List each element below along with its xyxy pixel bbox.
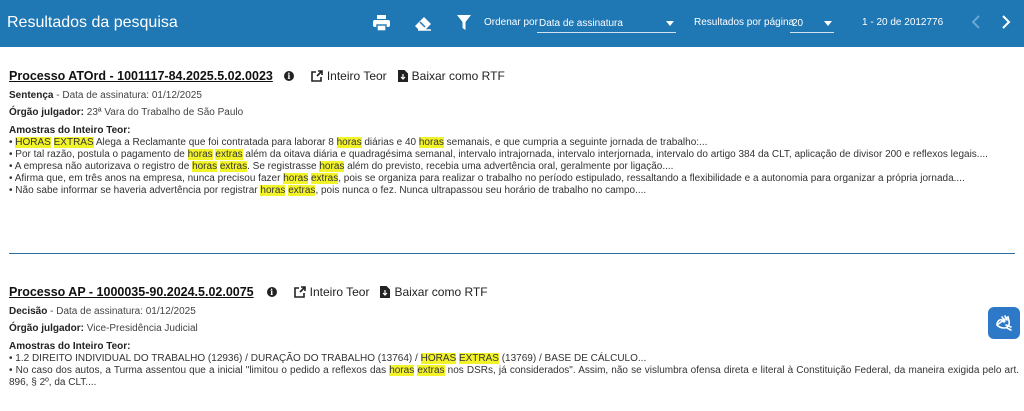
- highlighted-term: HORAS: [15, 137, 51, 148]
- per-page-select[interactable]: 20: [790, 14, 834, 33]
- snippet-text: semanais, e que cumpria a seguinte jorna…: [443, 137, 708, 148]
- info-icon[interactable]: i: [266, 287, 277, 297]
- snippet-text: , pois nunca o fez. Nunca ultrapassou se…: [315, 185, 647, 196]
- download-rtf-label: Baixar como RTF: [411, 69, 505, 83]
- highlighted-term: horas: [336, 137, 362, 148]
- highlighted-term: extras: [288, 185, 316, 196]
- full-text-label: Inteiro Teor: [309, 285, 370, 299]
- snippet-text: • A empresa não autorizava o registro de: [9, 161, 193, 172]
- snippet-text: . Se registrasse: [247, 161, 320, 172]
- file-download-icon: [397, 70, 408, 82]
- per-page-label: Resultados por página: [694, 17, 795, 28]
- snippet-line: • Por tal razão, postula o pagamento de …: [9, 149, 1019, 161]
- court-label: Órgão julgador:: [9, 107, 84, 118]
- next-page-button[interactable]: [998, 14, 1014, 32]
- snippet-list: • HORAS EXTRAS Alega a Reclamante que fo…: [9, 137, 1019, 197]
- external-link-icon: [293, 286, 306, 298]
- snippet-text: • No caso dos autos, a Turma assentou qu…: [9, 365, 390, 376]
- snippet-text: diárias e 40: [361, 137, 419, 148]
- samples-title: Amostras do Inteiro Teor:: [9, 341, 131, 352]
- chevron-left-icon: [971, 15, 980, 29]
- snippet-line: • A empresa não autorizava o registro de…: [9, 161, 1019, 173]
- highlighted-term: extras: [311, 173, 339, 184]
- highlighted-term: EXTRAS: [53, 137, 94, 148]
- highlighted-term: horas: [260, 185, 286, 196]
- snippet-line: • No caso dos autos, a Turma assentou qu…: [9, 365, 1019, 389]
- highlighted-term: extras: [417, 365, 445, 376]
- highlighted-term: horas: [192, 161, 218, 172]
- court-label: Órgão julgador:: [9, 323, 84, 334]
- result-title-link[interactable]: Processo ATOrd - 1001117-84.2025.5.02.00…: [9, 69, 273, 83]
- eraser-icon[interactable]: [414, 14, 432, 32]
- result-court-line: Órgão julgador: 23ª Vara do Trabalho de …: [9, 106, 1019, 119]
- full-text-link[interactable]: Inteiro Teor: [293, 285, 370, 299]
- highlighted-term: horas: [283, 173, 309, 184]
- snippet-text: Alega a Reclamante que foi contratada pa…: [93, 137, 337, 148]
- result-item: Processo ATOrd - 1001117-84.2025.5.02.00…: [9, 67, 1019, 197]
- snippet-text: além da oitava diária e quadragésima sem…: [242, 149, 988, 160]
- file-download-icon: [380, 286, 391, 298]
- snippet-text: além do previsto, recebia uma advertênci…: [344, 161, 674, 172]
- results-divider: [9, 253, 1015, 254]
- snippet-text: • Afirma que, em três anos na empresa, n…: [9, 173, 284, 184]
- highlighted-term: horas: [187, 149, 213, 160]
- download-rtf-link[interactable]: Baixar como RTF: [380, 285, 488, 299]
- info-icon[interactable]: i: [283, 71, 294, 81]
- sign-language-hands-icon: [995, 315, 1012, 331]
- chevron-right-icon: [1002, 15, 1011, 29]
- external-link-icon: [311, 70, 323, 82]
- signature-date: - Data de assinatura: 01/12/2025: [56, 90, 202, 101]
- accessibility-button[interactable]: [988, 307, 1020, 339]
- download-rtf-label: Baixar como RTF: [394, 285, 488, 299]
- sort-label: Ordenar por: [484, 17, 538, 28]
- filter-icon[interactable]: [455, 14, 473, 32]
- snippet-text: • 1.2 DIREITO INDIVIDUAL DO TRABALHO (12…: [9, 353, 421, 364]
- print-icon[interactable]: [372, 14, 390, 32]
- chevron-down-icon: [666, 20, 674, 26]
- snippet-text: , pois se organiza para realizar o traba…: [338, 173, 965, 184]
- results-range: 1 - 20 de 2012776: [862, 17, 944, 28]
- signature-date: - Data de assinatura: 01/12/2025: [50, 306, 196, 317]
- snippet-line: • Não sabe informar se haveria advertênc…: [9, 185, 1019, 197]
- result-item: Processo AP - 1000035-90.2024.5.02.0075 …: [9, 283, 1019, 389]
- snippet-line: • HORAS EXTRAS Alega a Reclamante que fo…: [9, 137, 1019, 149]
- highlighted-term: EXTRAS: [458, 353, 499, 364]
- sort-select[interactable]: Data de assinatura: [537, 14, 676, 33]
- page-title: Resultados da pesquisa: [7, 14, 178, 31]
- full-text-label: Inteiro Teor: [326, 69, 387, 83]
- result-court-line: Órgão julgador: Vice-Presidência Judicia…: [9, 322, 1019, 335]
- court-value: 23ª Vara do Trabalho de São Paulo: [86, 107, 244, 118]
- highlighted-term: extras: [215, 149, 243, 160]
- document-type: Decisão: [9, 306, 48, 317]
- result-date-line: Sentença - Data de assinatura: 01/12/202…: [9, 89, 1019, 102]
- court-value: Vice-Presidência Judicial: [86, 323, 198, 334]
- highlighted-term: extras: [219, 161, 248, 172]
- samples-title: Amostras do Inteiro Teor:: [9, 125, 131, 136]
- snippet-line: • Afirma que, em três anos na empresa, n…: [9, 173, 1019, 185]
- document-type: Sentença: [9, 90, 54, 101]
- snippet-list: • 1.2 DIREITO INDIVIDUAL DO TRABALHO (12…: [9, 353, 1019, 389]
- snippet-line: • 1.2 DIREITO INDIVIDUAL DO TRABALHO (12…: [9, 353, 1019, 365]
- result-header: Processo ATOrd - 1001117-84.2025.5.02.00…: [9, 67, 1019, 85]
- result-title-link[interactable]: Processo AP - 1000035-90.2024.5.02.0075: [9, 285, 254, 299]
- sort-select-value: Data de assinatura: [539, 17, 623, 29]
- highlighted-term: horas: [389, 365, 415, 376]
- results-header-bar: Resultados da pesquisa Ordenar por Data …: [0, 0, 1024, 47]
- result-date-line: Decisão - Data de assinatura: 01/12/2025: [9, 305, 1019, 318]
- prev-page-button[interactable]: [968, 14, 984, 32]
- highlighted-term: horas: [418, 137, 444, 148]
- highlighted-term: horas: [319, 161, 345, 172]
- chevron-down-icon: [824, 20, 832, 26]
- download-rtf-link[interactable]: Baixar como RTF: [397, 69, 505, 83]
- snippet-text: • Por tal razão, postula o pagamento de: [9, 149, 188, 160]
- snippet-text: (13769) / BASE DE CÁLCULO...: [498, 353, 647, 364]
- per-page-select-value: 20: [792, 17, 804, 29]
- full-text-link[interactable]: Inteiro Teor: [311, 69, 387, 83]
- snippet-text: • Não sabe informar se haveria advertênc…: [9, 185, 261, 196]
- result-header: Processo AP - 1000035-90.2024.5.02.0075 …: [9, 283, 1019, 301]
- highlighted-term: HORAS: [420, 353, 457, 364]
